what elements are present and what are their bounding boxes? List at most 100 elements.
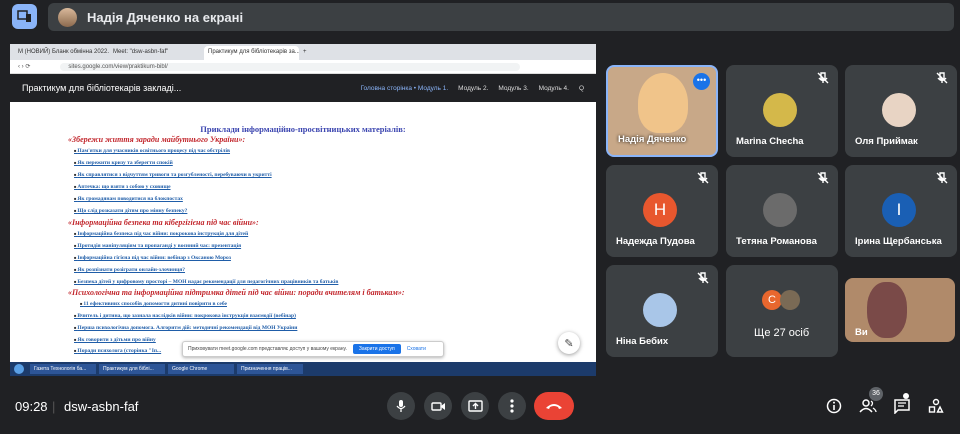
pencil-icon[interactable]: ✎: [558, 332, 580, 354]
section-title: «Психологічна та інформаційна підтримка …: [68, 288, 405, 297]
more-icon[interactable]: •••: [693, 73, 710, 90]
participant-tile[interactable]: Тетяна Романова: [726, 165, 838, 257]
new-tab-button[interactable]: +: [299, 46, 313, 60]
list-item[interactable]: Інформаційна гігієна під час війни: вебі…: [74, 255, 231, 261]
list-item[interactable]: Перша психологічна допомога. Алгоритм ді…: [74, 325, 297, 331]
participant-name: Надія Дяченко: [618, 134, 687, 145]
taskbar-item[interactable]: Практикум для біблі...: [99, 364, 165, 374]
list-item[interactable]: Інформаційна безпека під час війни: покр…: [74, 231, 248, 237]
share-toast: Приховувати meet.google.com представляє …: [182, 341, 444, 357]
list-item[interactable]: Що слід розказати дітям про мінну безпек…: [74, 208, 187, 214]
people-count-badge: 36: [869, 387, 883, 401]
participant-photo: [638, 73, 688, 133]
meeting-code: dsw-asbn-faf: [64, 399, 139, 414]
more-participants-tile[interactable]: С Ще 27 осіб: [726, 265, 838, 357]
participant-name: Marina Checha: [736, 136, 804, 147]
list-item[interactable]: Безпека дітей у цифровому просторі – МОН…: [74, 279, 338, 285]
list-item[interactable]: 11 ефективних способів допомогти дитині …: [80, 301, 227, 307]
participant-avatar: І: [882, 193, 916, 227]
participant-name: Ще 27 осіб: [754, 327, 810, 339]
more-options-icon[interactable]: [498, 392, 526, 420]
site-title[interactable]: Практикум для бібліотекарів закладі...: [22, 83, 350, 93]
document-heading: Приклади інформаційно-просвітницьких мат…: [200, 124, 406, 134]
participant-tile[interactable]: Marina Checha: [726, 65, 838, 157]
windows-taskbar: Газета Технологія ба... Практикум для бі…: [10, 362, 596, 376]
participant-tile[interactable]: ••• Надія Дяченко: [606, 65, 718, 157]
taskbar-item[interactable]: Газета Технологія ба...: [30, 364, 96, 374]
mic-icon[interactable]: [387, 392, 415, 420]
section-title: «Інформаційна безпека та кібергігієна пі…: [68, 218, 259, 227]
info-icon[interactable]: [823, 395, 845, 417]
participant-tile[interactable]: І Ірина Щербанська: [845, 165, 957, 257]
list-item[interactable]: Аптечка: що взяти з собою у сховище: [74, 184, 170, 190]
participant-tile[interactable]: Ніна Бебих: [606, 265, 718, 357]
hangup-icon[interactable]: [534, 392, 574, 420]
participant-avatar: [763, 193, 797, 227]
mic-off-icon: [697, 272, 709, 284]
participant-name: Ніна Бебих: [616, 336, 669, 347]
taskbar-item[interactable]: Призначення праців...: [237, 364, 303, 374]
mic-off-icon: [936, 72, 948, 84]
url-field[interactable]: sites.google.com/view/praktikum-bibl/: [60, 62, 521, 71]
section-title: «Збережи життя заради майбутнього Україн…: [68, 135, 246, 144]
participant-name: Ірина Щербанська: [855, 236, 942, 247]
participant-avatar: С: [762, 290, 782, 310]
self-tile[interactable]: Ви: [845, 278, 955, 342]
list-item[interactable]: Поради психолога (сторінка "Іп...: [74, 348, 161, 354]
present-icon[interactable]: [461, 392, 489, 420]
mic-off-icon: [936, 172, 948, 184]
participant-tile[interactable]: Н Надежда Пудова: [606, 165, 718, 257]
stop-sharing-button[interactable]: Закрити доступ: [352, 344, 401, 354]
browser-tabs: M (НОВИЙ) Бланк обмінна 2022... Meet: "d…: [10, 44, 596, 60]
participant-avatar: [763, 93, 797, 127]
screen-share-icon[interactable]: [12, 4, 37, 29]
participant-tile[interactable]: Оля Приймак: [845, 65, 957, 157]
windows-icon[interactable]: [14, 364, 24, 374]
presenter-label: Надія Дяченко на екрані: [87, 9, 244, 25]
list-item[interactable]: Як пережити кризу та зберегти спокій: [74, 160, 172, 166]
mic-off-icon: [817, 72, 829, 84]
list-item[interactable]: Вчитель і дитина, що зазнала наслідків в…: [74, 313, 296, 319]
browser-tab[interactable]: M (НОВИЙ) Бланк обмінна 2022...: [14, 46, 109, 60]
participant-avatar: [780, 290, 800, 310]
presenter-banner: Надія Дяченко на екрані: [48, 3, 954, 31]
browser-tab-active[interactable]: Практикум для бібліотекарів за...: [204, 46, 299, 60]
chat-icon[interactable]: [891, 395, 913, 417]
participant-avatar: [643, 293, 677, 327]
self-video: [867, 282, 907, 338]
address-bar: ‹ › ⟳ sites.google.com/view/praktikum-bi…: [10, 60, 596, 74]
list-item[interactable]: Як громадянам поводитися на блокпостах: [74, 196, 182, 202]
toast-text: Приховувати meet.google.com представляє …: [188, 346, 347, 352]
chat-dot: [903, 393, 909, 399]
camera-icon[interactable]: [424, 392, 452, 420]
mic-off-icon: [817, 172, 829, 184]
list-item[interactable]: Пам'ятки для учасників освітнього процес…: [74, 148, 230, 154]
meeting-controls: 09:28 | dsw-asbn-faf 36: [0, 382, 960, 434]
participant-name: Тетяна Романова: [736, 236, 817, 247]
mic-off-icon: [697, 172, 709, 184]
document-content: Приклади інформаційно-просвітницьких мат…: [10, 102, 596, 358]
participant-name: Надежда Пудова: [616, 236, 695, 247]
nav-arrows-icon[interactable]: ‹ › ⟳: [18, 63, 30, 70]
participant-avatar: Н: [643, 193, 677, 227]
participant-name: Ви: [855, 327, 868, 338]
site-nav-module4[interactable]: Модуль 4.: [539, 85, 569, 92]
participant-avatar: [882, 93, 916, 127]
shared-screen: M (НОВИЙ) Бланк обмінна 2022... Meet: "d…: [10, 44, 596, 376]
list-item[interactable]: Як говорити з дітьми про війну: [74, 337, 155, 343]
browser-tab[interactable]: Meet: "dsw-asbn-faf": [109, 46, 204, 60]
presenter-avatar: [58, 7, 77, 27]
list-item[interactable]: Протидія маніпуляціям та пропаганді у во…: [74, 243, 241, 249]
hide-toast-button[interactable]: Сховати: [407, 346, 426, 352]
site-header: Практикум для бібліотекарів закладі... Г…: [10, 74, 596, 102]
site-nav-module2[interactable]: Модуль 2.: [458, 85, 488, 92]
site-nav-home[interactable]: Головна сторінка • Модуль 1.: [360, 85, 448, 92]
activities-icon[interactable]: [925, 395, 947, 417]
site-nav-module3[interactable]: Модуль 3.: [498, 85, 528, 92]
clock: 09:28: [15, 399, 48, 414]
list-item[interactable]: Як розпізнати розіграти онлайн-злочинця?: [74, 267, 185, 273]
list-item[interactable]: Як справлятися з відчуттям тривоги та ро…: [74, 172, 271, 178]
taskbar-item[interactable]: Google Chrome: [168, 364, 234, 374]
participant-name: Оля Приймак: [855, 136, 918, 147]
site-search-icon[interactable]: Q: [579, 85, 584, 92]
